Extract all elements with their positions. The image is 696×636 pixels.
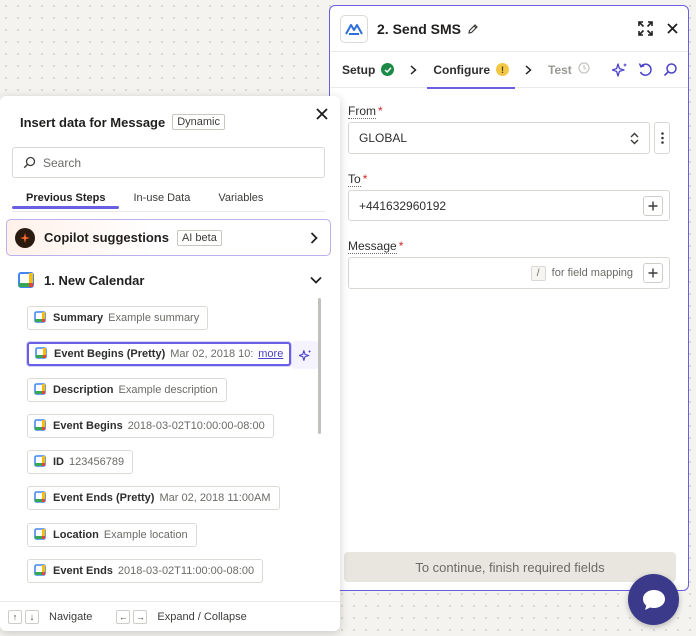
disabled-clock-icon (578, 62, 590, 77)
google-calendar-icon (34, 527, 46, 543)
insert-panel-title: Insert data for Message (20, 114, 166, 130)
close-icon[interactable] (316, 108, 328, 120)
required-marker: * (362, 172, 368, 186)
google-calendar-icon (18, 272, 34, 288)
chat-bubble-icon (642, 589, 665, 610)
field-mapping-hint: / for field mapping (530, 265, 633, 281)
insert-panel-header: Insert data for Message Dynamic (20, 114, 226, 130)
more-link[interactable]: more (256, 348, 284, 360)
google-calendar-icon (34, 490, 46, 506)
chevron-right-icon (410, 64, 417, 75)
search-placeholder: Search (43, 155, 82, 170)
data-pill-selected[interactable]: Event Begins (Pretty)Mar 02, 2018 10:00A… (27, 342, 291, 366)
ai-beta-badge: AI beta (176, 229, 222, 246)
message-input[interactable]: / for field mapping (348, 257, 670, 289)
plus-icon (648, 268, 658, 278)
pencil-icon[interactable] (467, 23, 479, 35)
google-calendar-icon (35, 346, 47, 362)
chat-launcher-button[interactable] (628, 574, 679, 625)
editor-header: 2. Send SMS (330, 6, 688, 52)
step-group-header[interactable]: 1. New Calendar (18, 272, 322, 288)
step-title: 2. Send SMS (377, 20, 462, 37)
required-marker: * (398, 239, 404, 253)
continue-button[interactable]: To continue, finish required fields (344, 552, 676, 582)
check-circle-icon (381, 63, 395, 76)
insert-data-button[interactable] (643, 263, 663, 283)
tab-label: Configure (433, 62, 491, 77)
insert-data-panel: Insert data for Message Dynamic Search P… (0, 96, 340, 631)
kebab-icon (660, 132, 664, 144)
ai-sparkle-icon[interactable] (612, 62, 628, 78)
message-label: Message * (348, 239, 404, 254)
keyboard-hints-footer: ↑ ↓ Navigate ← → Expand / Collapse (0, 601, 340, 631)
google-calendar-icon (34, 310, 46, 326)
copilot-icon (15, 227, 35, 248)
to-input[interactable]: +441632960192 (348, 190, 670, 221)
from-value: GLOBAL (359, 131, 408, 145)
arrow-down-key: ↓ (25, 609, 39, 624)
tab-setup[interactable]: Setup (340, 52, 396, 88)
search-icon (23, 156, 36, 169)
from-label: From * (348, 104, 383, 119)
google-calendar-icon (34, 382, 46, 398)
data-pill[interactable]: Event Ends (Pretty) Mar 02, 2018 11:00AM (27, 486, 280, 510)
insert-data-button[interactable] (643, 195, 663, 216)
data-pill[interactable]: Event Begins 2018-03-02T10:00:00-08:00 (27, 414, 274, 438)
data-pill[interactable]: Description Example description (27, 378, 227, 402)
hint-text: for field mapping (551, 267, 633, 279)
tab-test[interactable]: Test (546, 52, 592, 88)
dynamic-badge: Dynamic (172, 114, 226, 130)
expand-collapse-hint: Expand / Collapse (157, 610, 247, 623)
chevron-right-icon (310, 231, 318, 244)
more-options-button[interactable] (654, 122, 670, 154)
google-calendar-icon (34, 418, 46, 434)
select-updown-icon (630, 132, 639, 145)
editor-tabs: Setup Configure ! Test (330, 52, 688, 89)
scrollbar-thumb[interactable] (318, 298, 321, 434)
required-marker: * (378, 104, 383, 118)
data-pill[interactable]: Summary Example summary (27, 306, 209, 330)
insert-tabs: Previous Steps In-use Data Variables (12, 188, 325, 209)
copilot-label: Copilot suggestions (44, 230, 169, 245)
step-editor-panel: 2. Send SMS Setup Configure ! Test From … (329, 5, 689, 591)
data-pill[interactable]: Event Ends 2018-03-02T11:00:00-08:00 (27, 559, 264, 583)
warning-icon: ! (496, 63, 510, 76)
copilot-suggestions-row[interactable]: Copilot suggestions AI beta (6, 219, 331, 256)
google-calendar-icon (34, 563, 46, 579)
step-title: 1. New Calendar (44, 272, 145, 288)
arrow-up-key: ↑ (8, 609, 22, 624)
data-pill[interactable]: Location Example location (27, 523, 197, 547)
undo-icon[interactable] (638, 62, 653, 77)
data-pill[interactable]: ID 123456789 (27, 450, 134, 474)
google-calendar-icon (34, 454, 46, 470)
search-input[interactable]: Search (12, 147, 325, 178)
to-label: To * (348, 172, 368, 187)
arrow-right-key: → (133, 609, 148, 624)
from-select[interactable]: GLOBAL (348, 122, 650, 154)
arrow-left-key: ← (116, 609, 131, 624)
chevron-down-icon (310, 276, 322, 284)
navigate-hint: Navigate (49, 610, 93, 623)
tab-configure[interactable]: Configure ! (427, 52, 515, 89)
tab-previous-steps[interactable]: Previous Steps (12, 188, 120, 209)
slash-key: / (530, 265, 546, 281)
tab-label: Test (548, 62, 572, 77)
chevron-right-icon (525, 64, 532, 75)
search-icon[interactable] (663, 62, 678, 77)
tab-divider (12, 211, 325, 212)
tab-label: Setup (342, 62, 376, 77)
expand-icon[interactable] (638, 21, 653, 36)
tab-variables[interactable]: Variables (204, 188, 277, 209)
sms-app-icon (340, 14, 368, 43)
plus-icon (648, 201, 658, 210)
close-icon[interactable] (667, 23, 678, 34)
to-value: +441632960192 (359, 198, 447, 213)
ai-sparkle-icon[interactable] (292, 341, 318, 369)
tab-in-use-data[interactable]: In-use Data (119, 188, 204, 209)
